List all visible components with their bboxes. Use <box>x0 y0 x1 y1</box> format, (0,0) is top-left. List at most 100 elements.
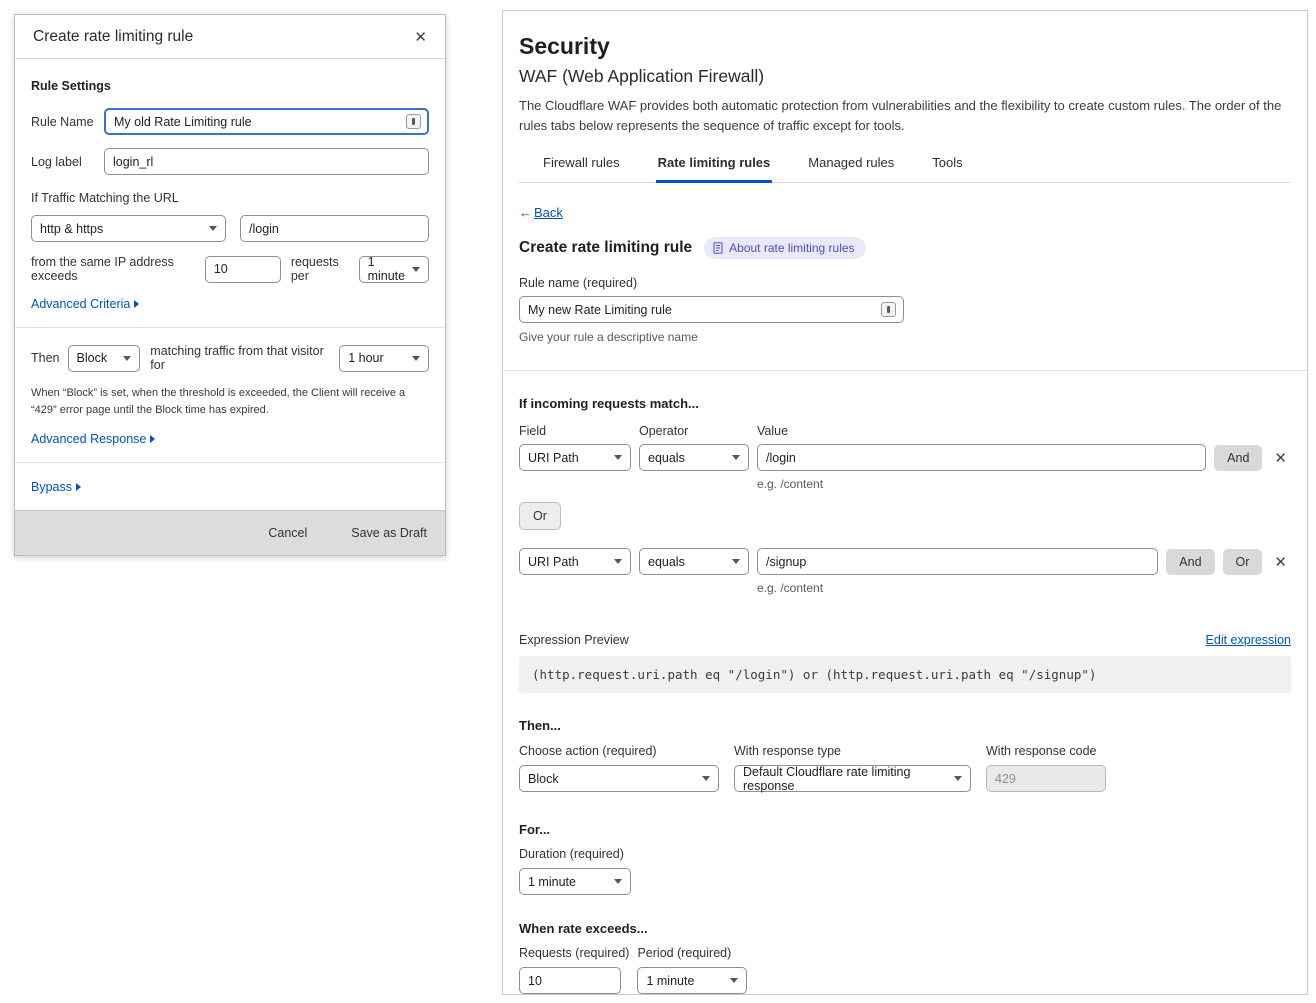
rule-name-label: Rule Name <box>31 115 104 129</box>
condition-column-labels: Field Operator Value <box>519 424 1291 438</box>
and-button[interactable]: And <box>1166 549 1214 575</box>
field-select[interactable]: URI Path <box>519 444 631 471</box>
duration-select[interactable]: 1 hour <box>339 345 429 372</box>
response-type-label: With response type <box>734 744 971 758</box>
choose-action-label: Choose action (required) <box>519 744 719 758</box>
chevron-down-icon <box>732 559 740 564</box>
rule-name-input[interactable] <box>104 108 429 135</box>
block-note: When “Block” is set, when the threshold … <box>31 385 429 419</box>
edit-expression-link[interactable]: Edit expression <box>1206 633 1291 647</box>
page-subtitle: WAF (Web Application Firewall) <box>519 66 1291 87</box>
choose-action-select[interactable]: Block <box>519 765 719 792</box>
modal-header: Create rate limiting rule ✕ <box>15 15 445 59</box>
advanced-response-link[interactable]: Advanced Response <box>31 432 155 446</box>
tab-tools[interactable]: Tools <box>930 151 964 183</box>
chevron-down-icon <box>614 879 622 884</box>
then-columns: Choose action (required) Block With resp… <box>519 744 1291 792</box>
response-code-label: With response code <box>986 744 1106 758</box>
chevron-down-icon <box>954 776 962 781</box>
advanced-criteria-link[interactable]: Advanced Criteria <box>31 297 139 311</box>
then-row: Then Block matching traffic from that vi… <box>31 344 429 372</box>
incoming-requests-heading: If incoming requests match... <box>519 396 1291 411</box>
or-connector-wrap: Or <box>519 502 1291 530</box>
threshold-input[interactable] <box>205 256 281 283</box>
back-link[interactable]: ←Back <box>519 205 563 220</box>
or-connector-button[interactable]: Or <box>519 502 561 530</box>
expression-preview-header: Expression Preview Edit expression <box>519 633 1291 647</box>
triangle-right-icon <box>76 483 81 491</box>
url-input[interactable] <box>240 215 429 242</box>
chevron-down-icon <box>730 978 738 983</box>
divider <box>15 327 445 328</box>
divider <box>503 370 1307 371</box>
remove-condition-icon[interactable]: ✕ <box>1270 447 1291 469</box>
response-code-input <box>986 765 1106 792</box>
requests-input[interactable] <box>519 967 621 994</box>
rule-name-input-wrap <box>519 296 904 323</box>
chevron-down-icon <box>412 267 420 272</box>
field-column-label: Field <box>519 424 639 438</box>
autofill-icon <box>406 114 421 129</box>
traffic-match-label: If Traffic Matching the URL <box>31 191 429 205</box>
for-heading: For... <box>519 822 1291 837</box>
page-description: The Cloudflare WAF provides both automat… <box>519 96 1291 135</box>
rule-settings-heading: Rule Settings <box>31 79 429 93</box>
period-select[interactable]: 1 minute <box>359 256 429 283</box>
action-select[interactable]: Block <box>68 345 141 372</box>
then-heading: Then... <box>519 718 1291 733</box>
chevron-down-icon <box>123 356 131 361</box>
condition-row: URI Path equals And ✕ <box>519 444 1291 471</box>
value-hint: e.g. /content <box>757 477 1291 491</box>
chevron-down-icon <box>209 226 217 231</box>
tab-rate-limiting-rules[interactable]: Rate limiting rules <box>656 151 773 183</box>
or-button[interactable]: Or <box>1223 549 1263 575</box>
scheme-select[interactable]: http & https <box>31 215 226 242</box>
rate-columns: Requests (required) Period (required) 1 … <box>519 946 1291 994</box>
period-select[interactable]: 1 minute <box>637 967 747 994</box>
modal-title: Create rate limiting rule <box>33 28 193 46</box>
triangle-right-icon <box>134 300 139 308</box>
chevron-down-icon <box>614 559 622 564</box>
chevron-down-icon <box>412 356 420 361</box>
close-icon[interactable]: ✕ <box>410 26 431 48</box>
divider <box>15 462 445 463</box>
modal-body: Rule Settings Rule Name Log label If Tra… <box>15 59 445 494</box>
security-waf-panel: Security WAF (Web Application Firewall) … <box>502 10 1308 995</box>
log-label-row: Log label <box>31 148 429 175</box>
create-rate-limiting-rule-modal: Create rate limiting rule ✕ Rule Setting… <box>14 14 446 556</box>
rule-name-row: Rule Name <box>31 108 429 135</box>
duration-label: Duration (required) <box>519 847 1291 861</box>
cancel-button[interactable]: Cancel <box>268 526 307 540</box>
rule-name-label: Rule name (required) <box>519 276 1291 290</box>
value-input[interactable] <box>757 548 1158 575</box>
tab-firewall-rules[interactable]: Firewall rules <box>541 151 622 183</box>
rule-name-input[interactable] <box>519 296 904 323</box>
threshold-prefix: from the same IP address exceeds <box>31 255 197 283</box>
and-button[interactable]: And <box>1214 445 1262 471</box>
value-input[interactable] <box>757 444 1206 471</box>
remove-condition-icon[interactable]: ✕ <box>1270 551 1291 573</box>
expression-preview-code: (http.request.uri.path eq "/login") or (… <box>519 656 1291 693</box>
then-prefix: Then <box>31 351 60 365</box>
triangle-right-icon <box>150 435 155 443</box>
requests-label: Requests (required) <box>519 946 629 960</box>
about-rate-limiting-rules-badge[interactable]: About rate limiting rules <box>704 237 865 259</box>
tab-managed-rules[interactable]: Managed rules <box>806 151 896 183</box>
page-title: Security <box>519 33 1291 60</box>
log-label-input[interactable] <box>104 148 429 175</box>
back-arrow-icon: ← <box>519 205 532 220</box>
response-type-select[interactable]: Default Cloudflare rate limiting respons… <box>734 765 971 792</box>
log-label-label: Log label <box>31 155 104 169</box>
bypass-link[interactable]: Bypass <box>31 480 81 494</box>
operator-select[interactable]: equals <box>639 548 749 575</box>
document-icon <box>713 242 723 254</box>
create-rule-heading-row: Create rate limiting rule About rate lim… <box>519 237 1291 259</box>
save-as-draft-button[interactable]: Save as Draft <box>351 526 427 540</box>
threshold-row: from the same IP address exceeds request… <box>31 255 429 283</box>
chevron-down-icon <box>614 455 622 460</box>
operator-select[interactable]: equals <box>639 444 749 471</box>
field-select[interactable]: URI Path <box>519 548 631 575</box>
value-hint: e.g. /content <box>757 581 1291 595</box>
value-column-label: Value <box>757 424 788 438</box>
duration-select[interactable]: 1 minute <box>519 868 631 895</box>
